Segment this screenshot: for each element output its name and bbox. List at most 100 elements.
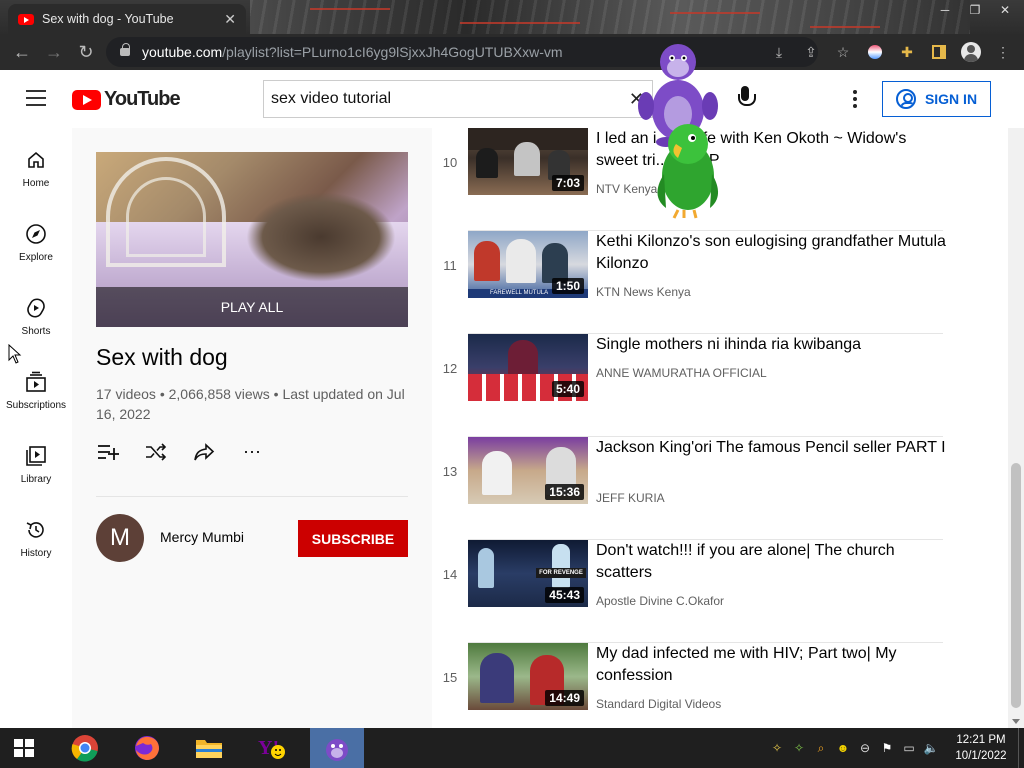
shuffle-icon[interactable] bbox=[144, 440, 168, 464]
video-row[interactable]: 11 FAREWELL MUTULA 1:50 Kethi Kilonzo's … bbox=[432, 231, 1008, 334]
page-scrollbar[interactable] bbox=[1008, 128, 1024, 728]
video-thumbnail[interactable]: 14:49 bbox=[468, 643, 588, 710]
video-thumbnail[interactable]: FOR REVENGE 45:43 bbox=[468, 540, 588, 607]
back-arrow-icon[interactable]: ← bbox=[6, 36, 38, 68]
puzzle-extensions-icon[interactable]: ✚ bbox=[894, 37, 920, 67]
playlist-actions: ⋯ bbox=[96, 440, 264, 464]
playlist-thumbnail[interactable]: PLAY ALL bbox=[96, 152, 408, 327]
playlist-title: Sex with dog bbox=[96, 344, 228, 370]
profile-avatar-icon[interactable] bbox=[958, 37, 984, 67]
bookmark-star-icon[interactable]: ☆ bbox=[830, 37, 856, 67]
windows-start-icon[interactable] bbox=[14, 739, 34, 757]
nav-shorts[interactable]: Shorts bbox=[0, 276, 72, 346]
owner-avatar[interactable]: M bbox=[96, 514, 144, 562]
thumb-caption: FOR REVENGE bbox=[536, 568, 586, 578]
reload-icon[interactable]: ↻ bbox=[70, 36, 102, 68]
close-window-icon[interactable]: ✕ bbox=[990, 0, 1020, 20]
video-thumbnail[interactable]: 5:40 bbox=[468, 334, 588, 401]
scroll-down-arrow-icon[interactable] bbox=[1012, 719, 1020, 724]
youtube-logo[interactable]: YouTube bbox=[72, 88, 181, 111]
shorts-icon bbox=[24, 296, 48, 320]
settings-kebab-icon[interactable] bbox=[845, 86, 865, 112]
section-divider bbox=[96, 496, 408, 497]
mouse-cursor-icon bbox=[8, 344, 22, 364]
video-row[interactable]: 14 FOR REVENGE 45:43 Don't watch!!! if y… bbox=[432, 540, 1008, 643]
video-title[interactable]: Don't watch!!! if you are alone| The chu… bbox=[596, 540, 946, 584]
forward-arrow-icon[interactable]: → bbox=[38, 36, 70, 68]
share-arrow-icon[interactable] bbox=[192, 440, 216, 464]
video-channel[interactable]: JEFF KURIA bbox=[596, 491, 665, 505]
video-duration: 45:43 bbox=[545, 587, 584, 603]
video-channel[interactable]: KTN News Kenya bbox=[596, 285, 691, 299]
firefox-taskbar-icon[interactable] bbox=[124, 728, 170, 768]
left-nav: Home Explore Shorts Subscriptions Librar… bbox=[0, 128, 72, 728]
video-index: 12 bbox=[442, 361, 458, 376]
video-row[interactable]: 13 15:36 Jackson King'ori The famous Pen… bbox=[432, 437, 1008, 540]
nav-explore[interactable]: Explore bbox=[0, 202, 72, 272]
nav-library[interactable]: Library bbox=[0, 424, 72, 494]
install-icon[interactable]: ⤓ bbox=[766, 37, 792, 67]
account-circle-icon bbox=[895, 89, 916, 109]
hamburger-menu-icon[interactable] bbox=[26, 90, 46, 106]
yahoo-messenger-taskbar-icon[interactable]: Y! bbox=[248, 728, 294, 768]
video-thumbnail[interactable]: FAREWELL MUTULA 1:50 bbox=[468, 231, 588, 298]
toolbar-actions: ⤓ ⇪ ☆ ✚ ⋮ bbox=[766, 37, 1016, 67]
playlist-stats: 17 videos • 2,066,858 views • Last updat… bbox=[96, 386, 405, 422]
video-channel[interactable]: Standard Digital Videos bbox=[596, 697, 721, 711]
share-icon[interactable]: ⇪ bbox=[798, 37, 824, 67]
video-row[interactable]: 15 14:49 My dad infected me with HIV; Pa… bbox=[432, 643, 1008, 728]
side-panel-icon[interactable] bbox=[926, 37, 952, 67]
extension-icon[interactable] bbox=[862, 37, 888, 67]
video-thumbnail[interactable]: 15:36 bbox=[468, 437, 588, 504]
tray-minus-icon[interactable]: ⊖ bbox=[854, 728, 876, 768]
tray-app-icon[interactable]: ✧ bbox=[788, 728, 810, 768]
more-options-icon[interactable]: ⋯ bbox=[240, 440, 264, 464]
video-row[interactable]: 12 5:40 Single mothers ni ihinda ria kwi… bbox=[432, 334, 1008, 437]
play-all-button[interactable]: PLAY ALL bbox=[96, 287, 408, 327]
parrot-assistant-icon[interactable] bbox=[650, 118, 725, 220]
video-channel[interactable]: NTV Kenya bbox=[596, 182, 657, 196]
sign-in-button[interactable]: SIGN IN bbox=[882, 81, 991, 117]
video-title[interactable]: Jackson King'ori The famous Pencil selle… bbox=[596, 437, 946, 459]
nav-home[interactable]: Home bbox=[0, 128, 72, 198]
search-input[interactable] bbox=[271, 90, 611, 108]
video-thumbnail[interactable]: 7:03 bbox=[468, 128, 588, 195]
chrome-taskbar-icon[interactable] bbox=[62, 728, 108, 768]
search-box[interactable]: ✕ bbox=[263, 80, 653, 118]
minimize-icon[interactable]: ─ bbox=[930, 0, 960, 20]
browser-menu-icon[interactable]: ⋮ bbox=[990, 37, 1016, 67]
network-icon[interactable]: ▭ bbox=[898, 728, 920, 768]
file-explorer-taskbar-icon[interactable] bbox=[186, 728, 232, 768]
library-icon bbox=[24, 444, 48, 468]
show-desktop-button[interactable] bbox=[1018, 728, 1024, 768]
video-index: 13 bbox=[442, 464, 458, 479]
subscribe-button[interactable]: SUBSCRIBE bbox=[298, 520, 408, 557]
playlist-owner: M Mercy Mumbi SUBSCRIBE bbox=[96, 514, 408, 562]
video-title[interactable]: My dad infected me with HIV; Part two| M… bbox=[596, 643, 946, 687]
volume-icon[interactable]: 🔈 bbox=[920, 728, 942, 768]
video-channel[interactable]: Apostle Divine C.Okafor bbox=[596, 594, 724, 608]
browser-tab[interactable]: Sex with dog - YouTube ✕ bbox=[8, 4, 246, 34]
scrollbar-thumb[interactable] bbox=[1011, 463, 1021, 708]
owner-name[interactable]: Mercy Mumbi bbox=[160, 529, 244, 545]
video-title[interactable]: Kethi Kilonzo's son eulogising grandfath… bbox=[596, 231, 946, 275]
video-title[interactable]: Single mothers ni ihinda ria kwibanga bbox=[596, 334, 946, 356]
tray-flag-icon[interactable]: ⚑ bbox=[876, 728, 898, 768]
youtube-play-icon bbox=[72, 89, 101, 110]
tray-messenger-icon[interactable]: ☻ bbox=[832, 728, 854, 768]
bonzibuddy-taskbar-icon[interactable] bbox=[310, 728, 364, 768]
tab-close-icon[interactable]: ✕ bbox=[224, 11, 236, 28]
video-duration: 14:49 bbox=[545, 690, 584, 706]
tray-app-icon[interactable]: ✧ bbox=[766, 728, 788, 768]
save-playlist-icon[interactable] bbox=[96, 440, 120, 464]
microphone-icon[interactable] bbox=[735, 86, 756, 112]
video-channel[interactable]: ANNE WAMURATHA OFFICIAL bbox=[596, 366, 767, 380]
browser-toolbar: ← → ↻ youtube.com/playlist?list=PLurno1c… bbox=[0, 34, 1024, 70]
tray-search-icon[interactable]: ⌕ bbox=[810, 728, 832, 768]
nav-history[interactable]: History bbox=[0, 498, 72, 568]
maximize-icon[interactable]: ❐ bbox=[960, 0, 990, 20]
wallpaper-strip bbox=[250, 0, 970, 34]
video-duration: 15:36 bbox=[545, 484, 584, 500]
system-clock[interactable]: 12:21 PM 10/1/2022 bbox=[948, 732, 1014, 764]
subscriptions-icon bbox=[24, 370, 48, 394]
